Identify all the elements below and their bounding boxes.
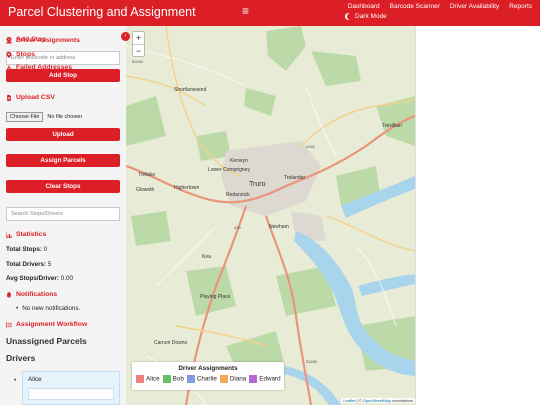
zoom-in-button[interactable]: + (133, 32, 144, 44)
stat-avg-stops: Avg Stops/Driver: 0.00 (6, 275, 73, 282)
choose-file-button[interactable]: Choose File (6, 111, 44, 122)
map-tiles[interactable]: Shortlanesend Kenwyn Lower Comprigney Tr… (126, 26, 415, 405)
clear-stops-button[interactable]: Clear Stops (6, 180, 120, 193)
leaflet-link[interactable]: Leaflet (343, 398, 355, 403)
dark-mode-label: Dark Mode (355, 13, 387, 20)
assignment-workflow-heading[interactable]: Assignment Workflow (6, 321, 87, 328)
list-icon (6, 322, 12, 327)
nav-link-barcode-scanner[interactable]: Barcode Scanner (390, 3, 440, 10)
stat-total-drivers: Total Drivers: 5 (6, 261, 51, 268)
legend-label: Bob (172, 375, 184, 383)
attribution-contributors: contributors (390, 398, 413, 403)
map-road-label-a390: A390 (306, 145, 315, 149)
app-title[interactable]: Parcel Clustering and Assignment (8, 5, 196, 19)
legend-swatch (219, 375, 228, 383)
users-icon (6, 38, 12, 43)
notifications-heading: Notifications (6, 291, 57, 298)
file-chooser: Choose File No file chosen (6, 110, 120, 123)
legend-label: Edward (259, 375, 281, 383)
map-label-trelander: Trelander (284, 175, 306, 181)
legend-label: Charlie (196, 375, 217, 383)
legend-item-bob: Bob (162, 375, 184, 383)
legend-label: Alice (146, 375, 160, 383)
dark-mode-toggle[interactable]: Dark Mode (345, 13, 387, 20)
stat-value: 5 (47, 261, 52, 268)
file-upload-icon (7, 94, 11, 101)
notification-item: No new notifications. (16, 305, 80, 312)
map-label-playing-place: Playing Place (200, 294, 231, 300)
nav-link-reports[interactable]: Reports (509, 3, 532, 10)
driver-legend: Driver Assignments Alice Bob Charlie Dia… (132, 362, 284, 390)
stat-label: Avg Stops/Driver: (6, 275, 59, 282)
panel-link-driver-assignments[interactable]: Driver Assignments (6, 37, 80, 44)
nav-link-dashboard[interactable]: Dashboard (348, 3, 380, 10)
map-road-label-a39: A39 (234, 226, 241, 230)
sidebar-collapse-button[interactable]: ‹ (121, 32, 130, 41)
legend-label: Diana (229, 375, 247, 383)
menu-toggle-icon[interactable]: ≡ (242, 4, 249, 18)
map-label-gloweth: Gloweth (136, 187, 155, 193)
legend-swatch (136, 375, 144, 383)
map-label-kenwyn: Kenwyn (230, 158, 248, 164)
map-label-newham: Newham (269, 224, 289, 230)
legend-swatch (162, 375, 171, 383)
panel-link-stops[interactable]: Stops (6, 51, 35, 58)
map-attribution: Leaflet | © OpenStreetMap contributors (341, 398, 415, 403)
driver-name: Alice (28, 376, 42, 383)
map-label-kea: Kea (202, 254, 211, 260)
right-panel (415, 26, 540, 405)
zoom-out-button[interactable]: − (133, 44, 144, 56)
chart-icon (6, 231, 12, 238)
map-label-lower-comprigney: Lower Comprigney (208, 167, 250, 173)
list-bullet: • (14, 377, 17, 384)
map-label-carnon-downs: Carnon Downs (154, 340, 188, 346)
legend-items: Alice Bob Charlie Diana Edward (136, 375, 281, 383)
stat-total-stops: Total Stops: 0 (6, 246, 47, 253)
legend-item-alice: Alice (136, 375, 160, 383)
map-label-tresillian: Tresillian (382, 123, 402, 129)
driver-drop-zone[interactable] (28, 388, 114, 400)
nav-link-driver-availability[interactable]: Driver Availability (450, 3, 499, 10)
legend-item-edward: Edward (249, 375, 281, 383)
driver-card-alice[interactable]: Alice (22, 371, 120, 405)
panel-link-failed-addresses[interactable]: Failed Addresses (6, 64, 72, 71)
map-container[interactable]: Shortlanesend Kenwyn Lower Comprigney Tr… (126, 26, 415, 405)
legend-swatch (249, 375, 258, 383)
zoom-control: + − (132, 31, 145, 57)
map-road-label-b3284: B3284 (132, 60, 143, 64)
statistics-heading: Statistics (6, 231, 46, 238)
navbar: Parcel Clustering and Assignment ≡ Dashb… (0, 0, 540, 26)
legend-item-charlie: Charlie (186, 375, 217, 383)
map-label-redannick: Redannick (226, 192, 250, 198)
stat-label: Total Drivers: (6, 261, 47, 268)
stat-value: 0.00 (60, 275, 73, 282)
legend-swatch (186, 375, 195, 383)
assign-parcels-button[interactable]: Assign Parcels (6, 154, 120, 167)
warning-icon (6, 64, 12, 71)
drivers-heading: Drivers (6, 353, 36, 363)
map-road-label-b3289: B3289 (306, 360, 317, 364)
legend-item-diana: Diana (219, 375, 247, 383)
bell-icon (6, 291, 12, 298)
map-label-truro: Truro (249, 181, 266, 188)
upload-button[interactable]: Upload (6, 128, 120, 141)
legend-title: Driver Assignments (178, 365, 238, 372)
search-input[interactable]: Search Stops/Drivers (6, 207, 120, 221)
nav-links: Dashboard Barcode Scanner Driver Availab… (348, 3, 532, 10)
stat-value: 0 (43, 246, 48, 253)
attribution-separator: | © (355, 398, 363, 403)
map-label-highertown: Highertown (174, 185, 200, 191)
unassigned-parcels-heading: Unassigned Parcels (6, 336, 87, 346)
map-label-shortlanesend: Shortlanesend (174, 87, 206, 93)
map-pin-icon (6, 51, 12, 58)
upload-csv-heading: Upload CSV (6, 94, 55, 101)
moon-icon (347, 13, 354, 20)
map-label-treliske: Treliske (138, 172, 156, 178)
stat-label: Total Stops: (6, 246, 42, 253)
file-status: No file chosen (47, 113, 83, 120)
osm-link[interactable]: OpenStreetMap (363, 398, 391, 403)
